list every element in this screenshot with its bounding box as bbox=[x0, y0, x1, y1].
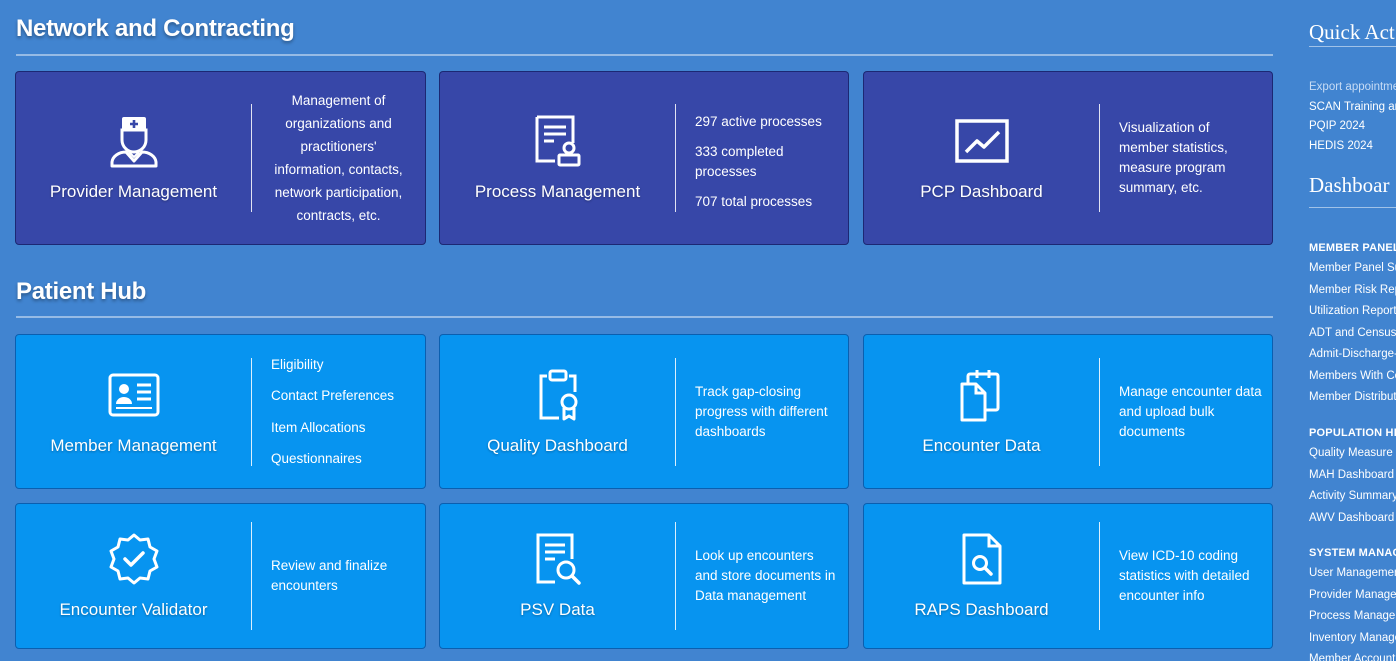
card-title: PCP Dashboard bbox=[920, 182, 1043, 201]
card-description: Review and finalize encounters bbox=[271, 558, 388, 593]
card-title: Provider Management bbox=[49, 182, 218, 201]
dashboard-link[interactable]: User Managemen bbox=[1309, 563, 1396, 585]
psv-data-card[interactable]: PSV Data Look up encounters and store do… bbox=[439, 503, 849, 649]
dashboard-link[interactable]: Activity Summary bbox=[1309, 486, 1396, 508]
card-title: Quality Dashboard bbox=[487, 435, 628, 455]
quick-actions-title: Quick Act bbox=[1309, 20, 1395, 44]
dashboard-link[interactable]: Members With Co bbox=[1309, 366, 1396, 388]
dashboard-link[interactable]: Member Distributi bbox=[1309, 387, 1396, 409]
link-questionnaires[interactable]: Questionnaires bbox=[271, 443, 415, 475]
dashboard-link[interactable]: Provider Manager bbox=[1309, 585, 1396, 607]
group-heading: MEMBER PANEL bbox=[1309, 242, 1396, 254]
pcp-dashboard-card[interactable]: PCP Dashboard Visualization of member st… bbox=[863, 71, 1273, 245]
encounter-validator-card[interactable]: Encounter Validator Review and finalize … bbox=[15, 503, 426, 649]
card-title: RAPS Dashboard bbox=[914, 600, 1049, 619]
provider-management-card[interactable]: Provider Management Management of organi… bbox=[15, 71, 426, 245]
card-title: Encounter Validator bbox=[59, 600, 208, 619]
id-card-icon bbox=[108, 373, 159, 416]
clipboard-award-icon bbox=[539, 369, 577, 420]
document-search-icon bbox=[536, 533, 581, 585]
link-eligibility[interactable]: Eligibility bbox=[271, 349, 415, 381]
dashboard-link[interactable]: MAH Dashboard bbox=[1309, 465, 1396, 487]
dashboard-link[interactable]: Utilization Report bbox=[1309, 301, 1396, 323]
group-heading: SYSTEM MANAGE bbox=[1309, 547, 1396, 559]
file-search-icon bbox=[962, 533, 1001, 585]
quick-actions-list: Export appointme SCAN Training an PQIP 2… bbox=[1309, 78, 1396, 156]
documents-icon bbox=[960, 369, 999, 421]
quick-action-export-appointments[interactable]: Export appointme bbox=[1309, 78, 1396, 98]
dashboard-link[interactable]: AWV Dashboard bbox=[1309, 508, 1396, 530]
dashboard-link[interactable]: Member Panel Su bbox=[1309, 258, 1396, 280]
encounter-data-card[interactable]: Encounter Data Manage encounter data and… bbox=[863, 334, 1273, 489]
patient-hub-section: Patient Hub bbox=[16, 277, 1273, 318]
card-title: Encounter Data bbox=[922, 435, 1041, 455]
dashboards-title: Dashboar bbox=[1309, 173, 1390, 197]
member-links: Eligibility Contact Preferences Item All… bbox=[252, 349, 425, 475]
dashboard-link[interactable]: Member Risk Rep bbox=[1309, 280, 1396, 302]
dashboard-link[interactable]: Inventory Manage bbox=[1309, 628, 1396, 650]
dashboard-link[interactable]: Member Account bbox=[1309, 649, 1396, 661]
quality-dashboard-card[interactable]: Quality Dashboard Track gap-closing prog… bbox=[439, 334, 849, 489]
link-contact-preferences[interactable]: Contact Preferences bbox=[271, 380, 415, 412]
nurse-icon bbox=[110, 117, 157, 168]
member-management-card[interactable]: Member Management Eligibility Contact Pr… bbox=[15, 334, 426, 489]
section-divider bbox=[16, 316, 1273, 318]
card-description: Manage encounter data and upload bulk do… bbox=[1119, 383, 1262, 439]
sidebar-divider bbox=[1309, 46, 1396, 47]
dashboard-link[interactable]: ADT and Census R bbox=[1309, 323, 1396, 345]
section-title-patient-hub: Patient Hub bbox=[16, 278, 147, 305]
quick-action-hedis-2024[interactable]: HEDIS 2024 bbox=[1309, 137, 1396, 157]
dashboard-link[interactable]: Admit-Discharge-T bbox=[1309, 344, 1396, 366]
process-stats: 297 active processes 333 completed proce… bbox=[676, 105, 848, 212]
card-description: Visualization of member statistics, meas… bbox=[1119, 120, 1228, 195]
system-management-group: SYSTEM MANAGE User Managemen Provider Ma… bbox=[1309, 543, 1396, 661]
active-processes-stat: 297 active processes bbox=[695, 113, 822, 129]
card-description: Look up encounters and store documents i… bbox=[695, 548, 836, 603]
member-panel-group: MEMBER PANEL Member Panel Su Member Risk… bbox=[1309, 238, 1396, 409]
link-item-allocations[interactable]: Item Allocations bbox=[271, 412, 415, 444]
quick-action-pqip-2024[interactable]: PQIP 2024 bbox=[1309, 117, 1396, 137]
process-management-card[interactable]: Process Management 297 active processes … bbox=[439, 71, 849, 245]
raps-dashboard-card[interactable]: RAPS Dashboard View ICD-10 coding statis… bbox=[863, 503, 1273, 649]
card-description: Track gap-closing progress with differen… bbox=[695, 383, 828, 439]
dashboard-link[interactable]: Process Manager bbox=[1309, 606, 1396, 628]
certificate-document-icon bbox=[535, 115, 580, 167]
dashboard-link[interactable]: Quality Measure bbox=[1309, 443, 1396, 465]
verified-badge-icon bbox=[109, 533, 158, 585]
section-title-network: Network and Contracting bbox=[16, 15, 295, 42]
card-title: Process Management bbox=[474, 182, 641, 201]
card-title: Member Management bbox=[50, 435, 217, 455]
quick-action-scan-training[interactable]: SCAN Training an bbox=[1309, 98, 1396, 118]
card-title: PSV Data bbox=[520, 600, 595, 619]
section-divider bbox=[16, 54, 1273, 56]
card-description: Management of organizations and practiti… bbox=[274, 93, 403, 223]
total-processes-stat: 707 total processes bbox=[695, 193, 813, 209]
network-section: Network and Contracting bbox=[16, 14, 1273, 56]
completed-processes-stat: 333 completed processes bbox=[695, 143, 784, 179]
card-description: View ICD-10 coding statistics with detai… bbox=[1119, 548, 1250, 603]
line-chart-icon bbox=[954, 119, 1009, 163]
population-health-group: POPULATION HEA Quality Measure MAH Dashb… bbox=[1309, 423, 1396, 529]
group-heading: POPULATION HEA bbox=[1309, 427, 1396, 439]
sidebar-divider bbox=[1309, 207, 1396, 208]
